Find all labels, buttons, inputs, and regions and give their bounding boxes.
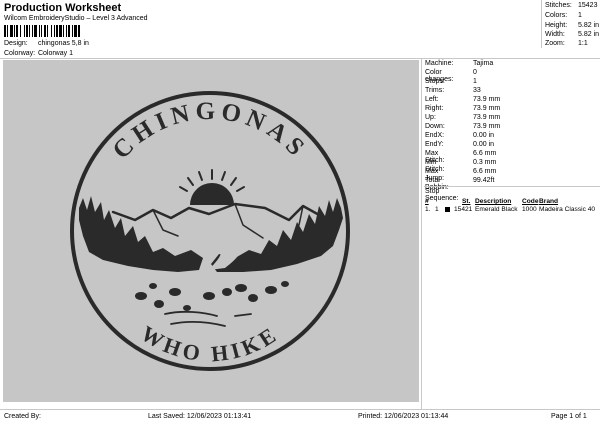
barcode-bar [68, 25, 70, 37]
barcode-bar [14, 25, 15, 37]
barcode-bar [32, 25, 33, 37]
barcode-bar [63, 25, 64, 37]
design-value: chingonas 5,8 in [37, 40, 89, 47]
footer: Created By: Last Saved: 12/06/2023 01:13… [0, 410, 600, 424]
barcode-bar [51, 25, 52, 37]
barcode-bar [10, 25, 13, 37]
barcode-bar [74, 25, 77, 37]
color-swatch [445, 207, 450, 212]
barcode-bar [54, 25, 55, 37]
barcode-bar [7, 25, 8, 37]
forest-left [79, 196, 203, 272]
barcode-bar [72, 25, 73, 37]
barcode-bar [29, 25, 30, 37]
barcode-bar [4, 25, 6, 37]
embroidery-design: CHINGONAS WHO HIKE [70, 91, 350, 371]
page-number: Page 1 of 1 [551, 413, 587, 420]
info-divider [421, 58, 422, 410]
colorway-label: Colorway: [4, 50, 36, 57]
design-row: Design: chingonas 5,8 in [4, 40, 89, 47]
design-label: Design: [4, 40, 28, 47]
barcode [4, 25, 80, 37]
barcode-bar [66, 25, 67, 37]
barcode-bar [47, 25, 48, 37]
barcode-bar [56, 25, 58, 37]
design-top-text: CHINGONAS [108, 98, 313, 165]
stones [135, 281, 289, 311]
barcode-bar [78, 25, 80, 37]
barcode-bar [20, 25, 21, 37]
barcode-bar [39, 25, 40, 37]
software-name: Wilcom EmbroideryStudio – Level 3 Advanc… [4, 15, 148, 22]
page-title: Production Worksheet [4, 2, 122, 14]
colorway-value: Colorway 1 [37, 50, 73, 57]
design-preview: CHINGONAS WHO HIKE [3, 60, 419, 402]
ground-lines [164, 310, 252, 327]
stat-colors: Colors: 1 [545, 12, 582, 19]
stop-divider [424, 186, 600, 187]
barcode-bar [59, 25, 62, 37]
printed: Printed: 12/06/2023 01:13:44 [358, 413, 449, 420]
barcode-bar [44, 25, 46, 37]
barcode-bar [41, 25, 42, 37]
last-saved: Last Saved: 12/06/2023 01:13:41 [148, 413, 252, 420]
barcode-bar [26, 25, 28, 37]
barcode-bar [34, 25, 37, 37]
sun-icon [179, 169, 245, 205]
colorway-row: Colorway: Colorway 1 [4, 50, 73, 57]
stat-stitches: Stitches: 15423 [545, 2, 598, 9]
header-divider [0, 58, 600, 59]
stat-zoom: Zoom: 1:1 [545, 40, 588, 47]
barcode-bar [16, 25, 18, 37]
created-by: Created By: [4, 413, 41, 420]
barcode-bar [24, 25, 25, 37]
